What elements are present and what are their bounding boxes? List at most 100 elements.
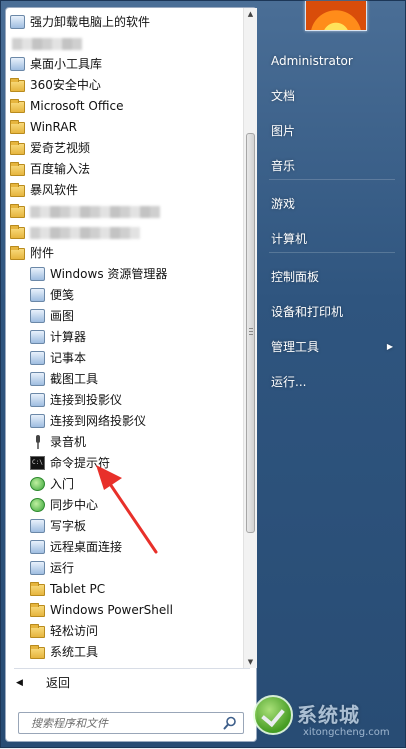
explorer-icon [30,267,45,281]
back-arrow-icon: ◀ [16,678,23,688]
list-item-label: 入门 [50,477,75,491]
right-menu-item[interactable]: 管理工具 ▶ [265,335,401,359]
thumb-grip-icon [249,328,253,329]
list-item-label: Windows 资源管理器 [50,267,168,281]
list-item[interactable]: WinRAR [6,117,242,138]
list-item[interactable]: 入门 [6,474,242,495]
watermark-url: xitongcheng.com [303,727,390,738]
list-item-label: 录音机 [50,435,87,449]
network-projector-icon [30,414,45,428]
list-item[interactable]: Microsoft Office [6,96,242,117]
right-menu-item[interactable]: Administrator [265,49,401,73]
programs-scrollbar[interactable]: ▲ ▼ [243,8,257,668]
list-item-label: 360安全中心 [30,78,101,92]
folder-icon [10,141,25,155]
right-menu-item[interactable]: 控制面板 [265,265,401,289]
list-item[interactable]: 截图工具 [6,369,242,390]
back-label: 返回 [46,676,71,690]
watermark-check-icon [253,695,293,735]
right-menu-item[interactable]: 运行... [265,370,401,394]
list-item[interactable]: 360安全中心 [6,75,242,96]
right-menu-item[interactable]: 设备和打印机 [265,300,401,324]
list-item-label: 画图 [50,309,75,323]
thumb-grip-icon [249,331,253,332]
app-icon [10,15,25,29]
microphone-icon [30,435,45,449]
list-item-label: 暴风软件 [30,183,79,197]
menu-separator [269,252,395,253]
list-item[interactable]: Tablet PC [6,579,242,600]
list-item[interactable]: 同步中心 [6,495,242,516]
sync-center-icon [30,498,45,512]
right-menu-item[interactable]: 图片 [265,119,401,143]
list-item[interactable]: 画图 [6,306,242,327]
list-item[interactable]: 百度输入法 [6,159,242,180]
list-item[interactable] [6,33,242,54]
list-item[interactable]: 附件 [6,243,242,264]
list-item[interactable]: 录音机 [6,432,242,453]
scroll-up-arrow-icon[interactable]: ▲ [244,8,257,20]
list-item[interactable]: 记事本 [6,348,242,369]
remote-desktop-icon [30,540,45,554]
list-item-label [12,33,82,54]
list-item[interactable]: 强力卸载电脑上的软件 [6,12,242,33]
right-menu-item[interactable]: 文档 [265,84,401,108]
scroll-thumb[interactable] [246,133,255,533]
list-item[interactable]: 桌面小工具库 [6,54,242,75]
list-item[interactable]: 连接到投影仪 [6,390,242,411]
folder-icon [10,246,25,260]
search-icon[interactable] [223,716,237,730]
list-item[interactable]: 运行 [6,558,242,579]
right-menu-label: 文档 [271,89,296,103]
command-prompt-icon [30,452,45,473]
list-item-label: 截图工具 [50,372,99,386]
back-button[interactable]: ◀ 返回 [6,672,246,694]
search-box[interactable] [18,712,244,734]
list-item[interactable]: Windows 资源管理器 [6,264,242,285]
right-menu-item[interactable]: 音乐 [265,154,401,178]
list-item[interactable]: 命令提示符 [6,452,242,474]
right-menu-label: 音乐 [271,159,296,173]
list-item[interactable]: 轻松访问 [6,621,242,642]
list-item[interactable]: 爱奇艺视频 [6,138,242,159]
list-item[interactable]: 暴风软件 [6,180,242,201]
scroll-down-arrow-icon[interactable]: ▼ [244,656,257,668]
folder-icon [10,99,25,113]
list-item-label: 强力卸载电脑上的软件 [30,15,151,29]
folder-icon [30,645,45,659]
list-item[interactable]: 连接到网络投影仪 [6,411,242,432]
list-item[interactable]: 系统工具 [6,642,242,662]
redacted-label [30,205,160,218]
list-item-label: 写字板 [50,519,87,533]
list-item-label: Microsoft Office [30,99,124,113]
right-menu-label: 管理工具 [271,340,320,354]
list-item[interactable]: Windows PowerShell [6,600,242,621]
start-menu: 强力卸载电脑上的软件桌面小工具库 360安全中心 Microsoft Office W… [0,0,406,748]
list-item[interactable]: 远程桌面连接 [6,537,242,558]
list-item[interactable]: 便笺 [6,285,242,306]
folder-icon [10,78,25,92]
right-menu-item[interactable]: 计算机 [265,227,401,251]
list-item[interactable] [6,222,242,243]
folder-icon [10,183,25,197]
list-item[interactable]: 计算器 [6,327,242,348]
list-item-label: Windows PowerShell [50,603,173,617]
list-item-label: 系统工具 [50,645,99,659]
right-menu-item[interactable]: 游戏 [265,192,401,216]
right-menu-label: Administrator [271,54,353,68]
folder-icon [10,162,25,176]
user-avatar[interactable] [305,1,367,31]
search-input[interactable] [19,713,231,733]
programs-panel: 强力卸载电脑上的软件桌面小工具库 360安全中心 Microsoft Office W… [5,7,257,742]
list-item-label: Tablet PC [50,582,106,596]
list-item[interactable]: 写字板 [6,516,242,537]
redacted-label [30,226,140,239]
snipping-tool-icon [30,372,45,386]
right-menu-label: 计算机 [271,232,308,246]
list-item[interactable] [6,201,242,222]
sticky-notes-icon [30,288,45,302]
list-item-label: 计算器 [50,330,87,344]
notepad-icon [30,351,45,365]
menu-separator [269,179,395,180]
list-item-label: 附件 [30,246,55,260]
